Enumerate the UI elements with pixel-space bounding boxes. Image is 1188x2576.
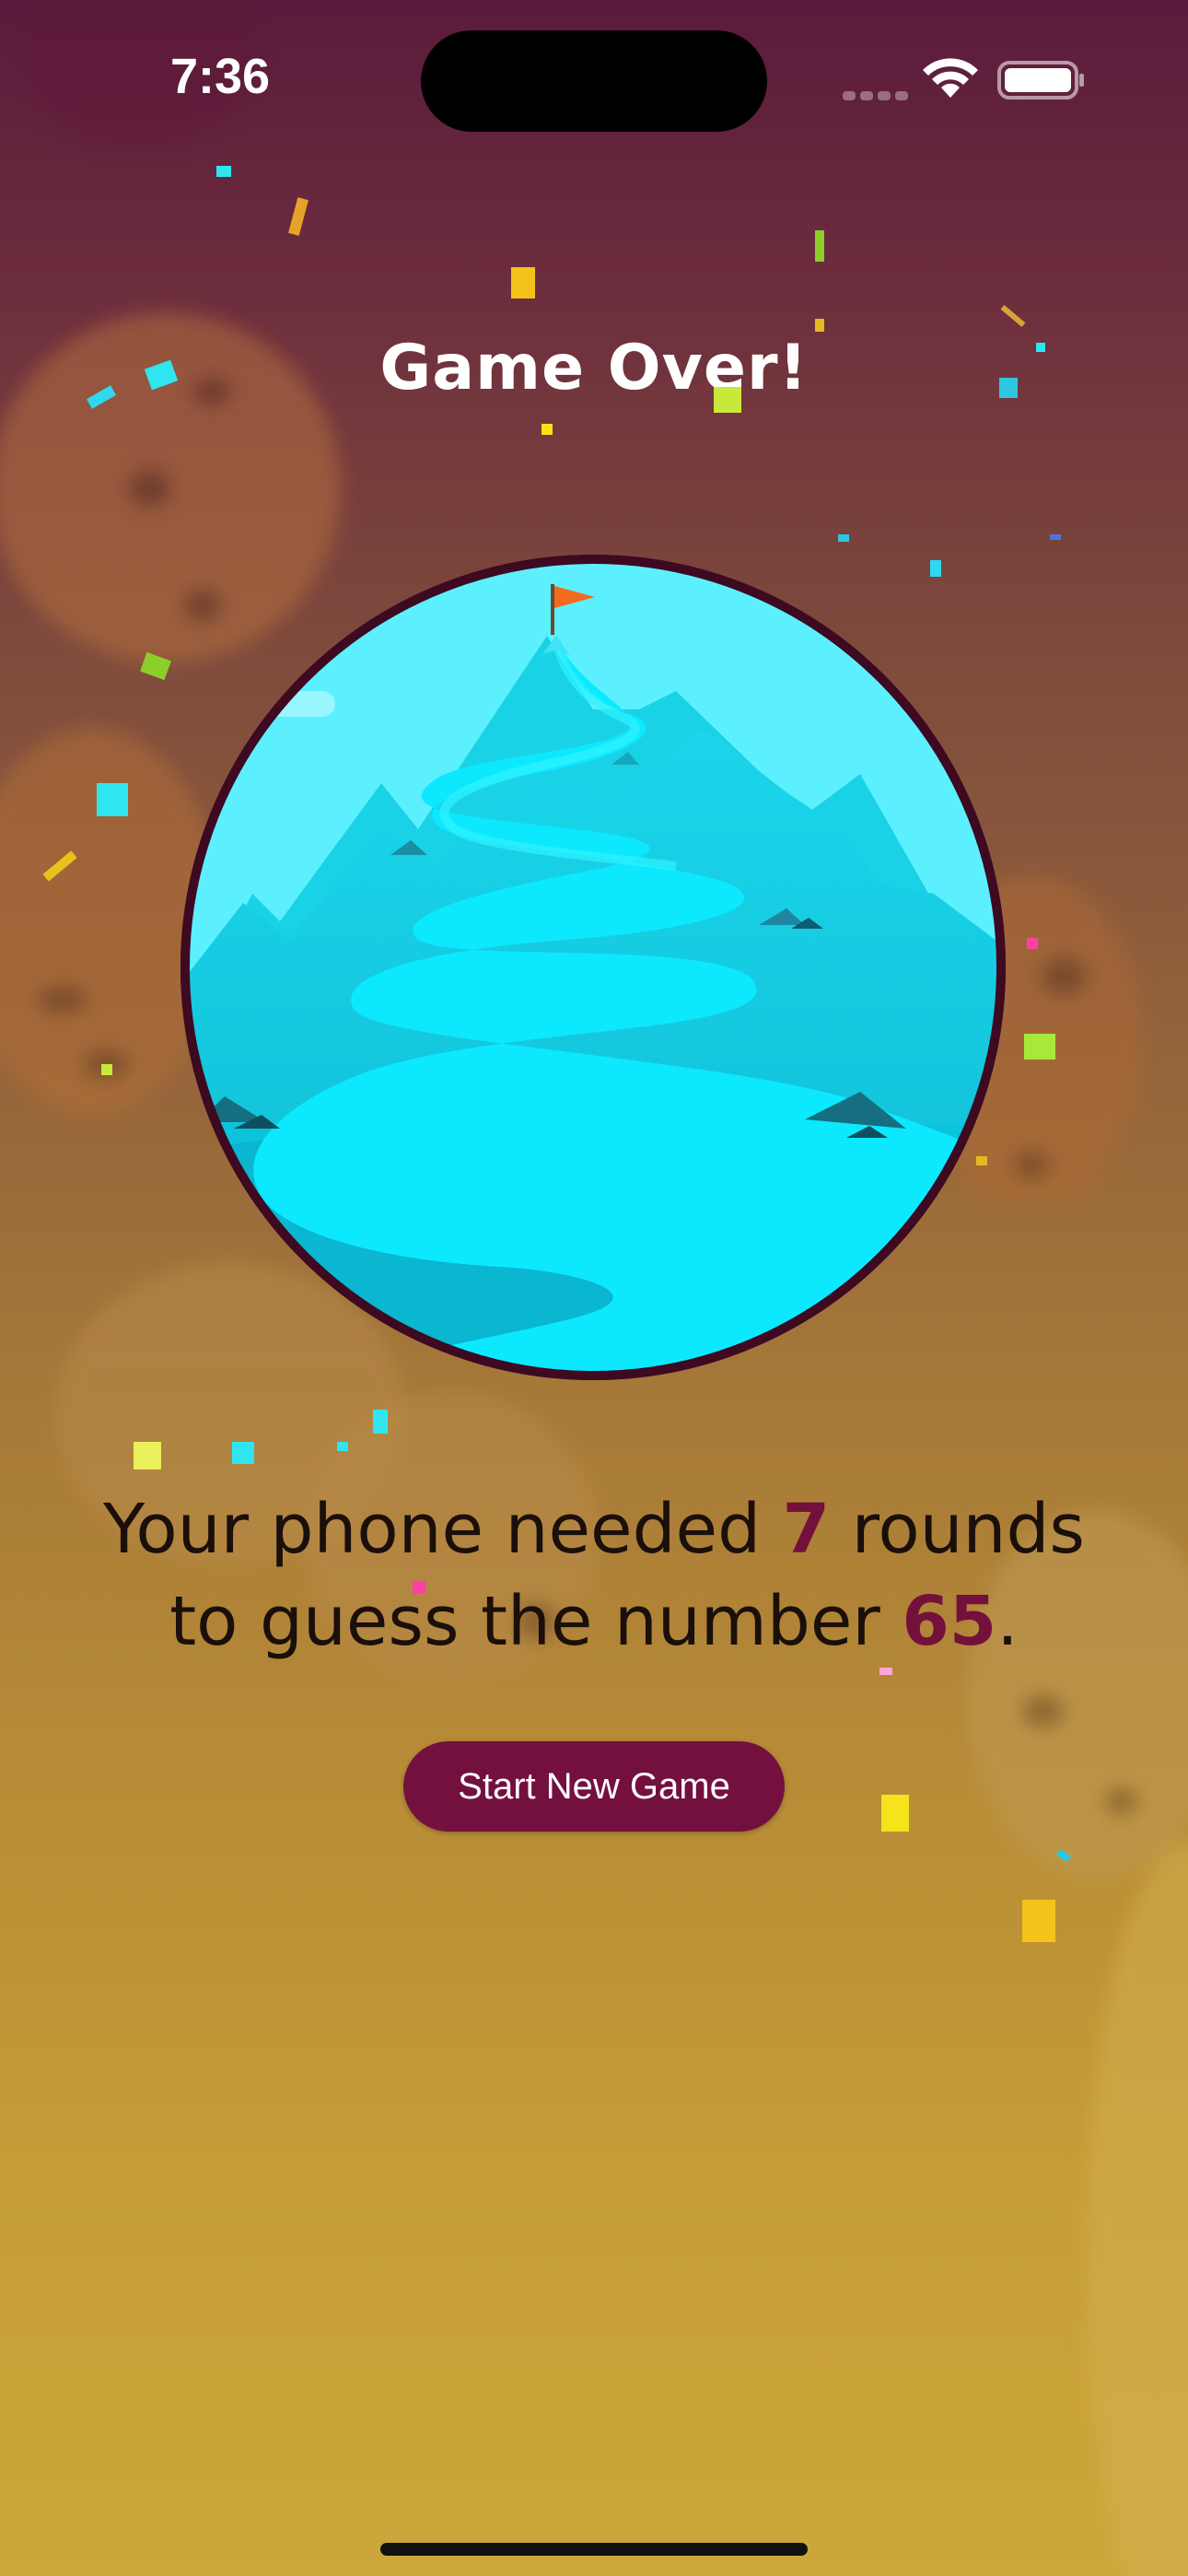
- target-number: 65: [902, 1582, 997, 1661]
- mountain-summit-flag-illustration: [181, 555, 1006, 1380]
- message-text-part4: .: [996, 1582, 1019, 1661]
- home-indicator[interactable]: [380, 2543, 808, 2556]
- game-over-screen: 7:36 Game Over! Your phone needed 7 roun…: [0, 0, 1188, 2576]
- status-bar: 7:36: [0, 0, 1188, 157]
- cellular-signal-icon: [843, 88, 909, 100]
- game-over-title: Game Over!: [379, 332, 809, 404]
- message-text-part2: rounds: [830, 1490, 1085, 1569]
- result-message: Your phone needed 7 rounds to guess the …: [0, 1483, 1188, 1668]
- result-line-2: to guess the number 65.: [0, 1575, 1188, 1668]
- battery-icon: [997, 61, 1084, 100]
- status-time: 7:36: [170, 49, 271, 104]
- start-new-game-button[interactable]: Start New Game: [403, 1741, 785, 1832]
- result-line-1: Your phone needed 7 rounds: [0, 1483, 1188, 1575]
- dynamic-island: [421, 30, 767, 132]
- message-text-part1: Your phone needed: [103, 1490, 783, 1569]
- rounds-count: 7: [782, 1490, 831, 1569]
- wifi-icon: [923, 58, 978, 98]
- message-text-part3: to guess the number: [169, 1582, 903, 1661]
